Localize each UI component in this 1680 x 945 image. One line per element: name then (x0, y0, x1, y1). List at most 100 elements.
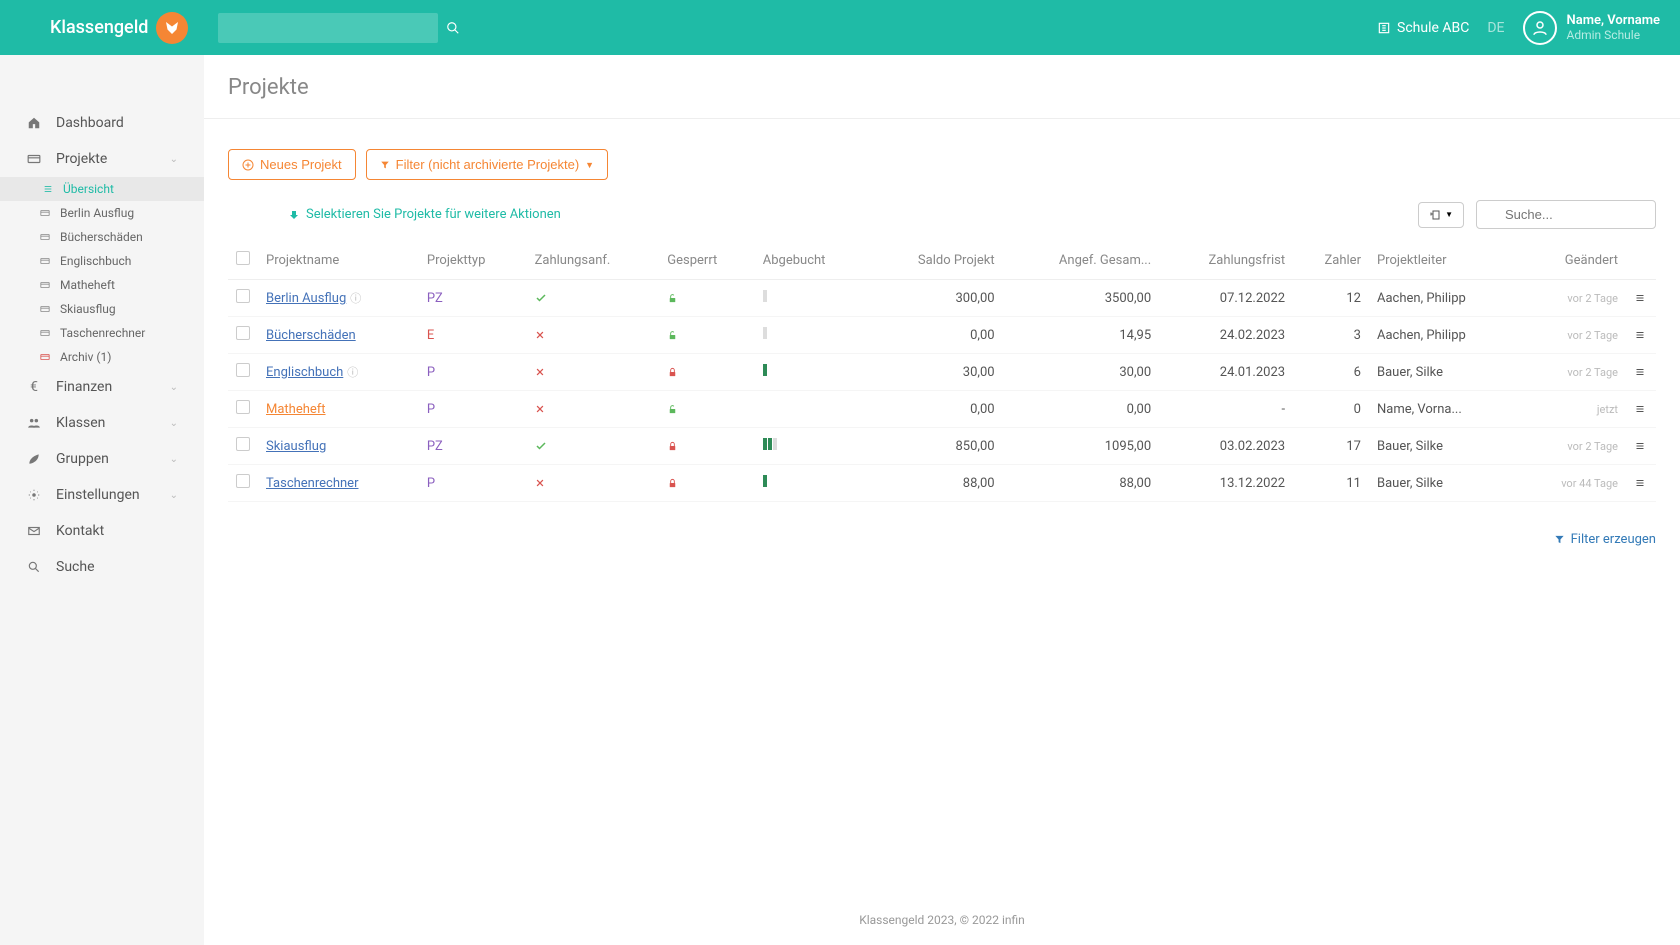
nav-gruppen[interactable]: Gruppen ⌄ (0, 441, 204, 477)
col-angef[interactable]: Angef. Gesam... (1003, 241, 1160, 280)
lock-closed-icon (667, 476, 678, 491)
cell-geaendert: vor 2 Tage (1567, 440, 1618, 453)
project-link[interactable]: Berlin Ausflug (266, 291, 346, 306)
project-link[interactable]: Matheheft (266, 402, 326, 417)
subitem-label: Skiausflug (60, 302, 116, 316)
cell-geaendert: vor 2 Tage (1567, 366, 1618, 379)
row-checkbox[interactable] (236, 437, 250, 451)
filter-icon (1554, 534, 1565, 545)
row-menu-button[interactable] (1634, 328, 1646, 343)
col-name[interactable]: Projektname (258, 241, 419, 280)
row-checkbox[interactable] (236, 289, 250, 303)
nav-suche[interactable]: Suche (0, 549, 204, 585)
row-checkbox[interactable] (236, 474, 250, 488)
sidebar-subitem[interactable]: Bücherschäden (0, 225, 204, 249)
row-menu-button[interactable] (1634, 439, 1646, 454)
nav-einstellungen[interactable]: Einstellungen ⌄ (0, 477, 204, 513)
col-frist[interactable]: Zahlungsfrist (1159, 241, 1293, 280)
sidebar-subitem[interactable]: Übersicht (0, 177, 204, 201)
col-zahlungsanf[interactable]: Zahlungsanf. (527, 241, 660, 280)
chevron-down-icon: ⌄ (170, 154, 178, 165)
col-gesperrt[interactable]: Gesperrt (659, 241, 755, 280)
select-hint: Selektieren Sie Projekte für weitere Akt… (288, 207, 561, 222)
avatar-icon (1523, 11, 1557, 45)
cell-saldo: 300,00 (869, 280, 1003, 317)
subitem-label: Matheheft (60, 278, 115, 292)
export-button[interactable]: ▼ (1418, 202, 1464, 228)
subitem-label: Übersicht (63, 182, 114, 196)
col-leiter[interactable]: Projektleiter (1369, 241, 1521, 280)
language-selector[interactable]: DE (1487, 20, 1504, 36)
cell-saldo: 88,00 (869, 465, 1003, 502)
euro-icon: € (26, 379, 42, 395)
row-menu-button[interactable] (1634, 365, 1646, 380)
project-link[interactable]: Bücherschäden (266, 328, 356, 343)
cell-geaendert: vor 2 Tage (1567, 329, 1618, 342)
nav-label: Finanzen (56, 379, 112, 395)
col-type[interactable]: Projekttyp (419, 241, 527, 280)
school-selector[interactable]: Schule ABC (1377, 20, 1469, 36)
table-search-input[interactable] (1476, 200, 1656, 229)
row-menu-button[interactable] (1634, 476, 1646, 491)
topbar-right: Schule ABC DE Name, Vorname Admin Schule (1377, 11, 1660, 45)
col-zahler[interactable]: Zahler (1293, 241, 1369, 280)
cell-geaendert: jetzt (1597, 403, 1618, 416)
project-link[interactable]: Taschenrechner (266, 476, 358, 491)
project-link[interactable]: Englischbuch (266, 365, 343, 380)
cell-geaendert: vor 2 Tage (1567, 292, 1618, 305)
nav-klassen[interactable]: Klassen ⌄ (0, 405, 204, 441)
row-checkbox[interactable] (236, 326, 250, 340)
row-checkbox[interactable] (236, 400, 250, 414)
chevron-down-icon: ⌄ (170, 382, 178, 393)
envelope-icon (26, 523, 42, 539)
users-icon (26, 415, 42, 431)
nav-label: Klassen (56, 415, 105, 431)
sidebar-subitem[interactable]: Matheheft (0, 273, 204, 297)
cell-frist: 07.12.2022 (1159, 280, 1293, 317)
check-icon (535, 291, 547, 306)
user-menu[interactable]: Name, Vorname Admin Schule (1523, 11, 1660, 45)
cell-progress (755, 428, 869, 465)
filter-button[interactable]: Filter (nicht archivierte Projekte) ▼ (366, 149, 608, 180)
cell-zahler: 17 (1293, 428, 1369, 465)
nav-kontakt[interactable]: Kontakt (0, 513, 204, 549)
x-icon (535, 328, 545, 343)
nav-projekte[interactable]: Projekte ⌄ (0, 141, 204, 177)
select-all-checkbox[interactable] (236, 251, 250, 265)
nav-label: Gruppen (56, 451, 109, 467)
table-row: Berlin AusflugⓘPZ300,003500,0007.12.2022… (228, 280, 1656, 317)
row-checkbox[interactable] (236, 363, 250, 377)
cell-zahler: 3 (1293, 317, 1369, 354)
sidebar-subitem[interactable]: Skiausflug (0, 297, 204, 321)
cell-zahlungsanf (527, 280, 660, 317)
sidebar-subitem[interactable]: Englischbuch (0, 249, 204, 273)
user-role: Admin Schule (1567, 28, 1660, 42)
filter-footer: Filter erzeugen (204, 522, 1680, 559)
info-icon: ⓘ (347, 366, 358, 379)
top-search-button[interactable] (446, 20, 460, 35)
nav-finanzen[interactable]: € Finanzen ⌄ (0, 369, 204, 405)
nav-dashboard[interactable]: Dashboard (0, 105, 204, 141)
new-project-button[interactable]: Neues Projekt (228, 149, 356, 180)
cell-progress (755, 391, 869, 428)
project-type: E (419, 317, 527, 354)
top-search-input[interactable] (218, 13, 438, 43)
sidebar-subitem[interactable]: Archiv (1) (0, 345, 204, 369)
cell-locked (659, 465, 755, 502)
main-content: Projekte Neues Projekt Filter (nicht arc… (204, 55, 1680, 945)
create-filter-link[interactable]: Filter erzeugen (1554, 532, 1656, 547)
sidebar-subitem[interactable]: Berlin Ausflug (0, 201, 204, 225)
sidebar-subitem[interactable]: Taschenrechner (0, 321, 204, 345)
school-icon (1377, 21, 1391, 35)
row-menu-button[interactable] (1634, 402, 1646, 417)
col-geaendert[interactable]: Geändert (1521, 241, 1626, 280)
lock-open-icon (667, 291, 678, 306)
project-link[interactable]: Skiausflug (266, 439, 326, 454)
project-type: PZ (419, 280, 527, 317)
col-saldo[interactable]: Saldo Projekt (869, 241, 1003, 280)
row-menu-button[interactable] (1634, 291, 1646, 306)
page-footer: Klassengeld 2023, © 2022 infin (204, 895, 1680, 945)
brand[interactable]: Klassengeld (50, 12, 188, 44)
progress-bar (763, 327, 767, 339)
col-abgebucht[interactable]: Abgebucht (755, 241, 869, 280)
